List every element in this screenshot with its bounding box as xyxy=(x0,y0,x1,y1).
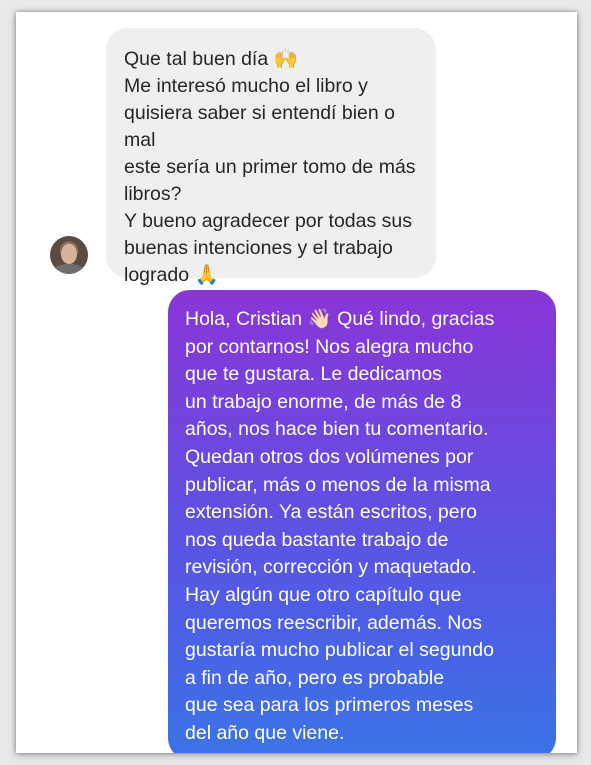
received-message-line: logrado 🙏 xyxy=(124,264,219,286)
sender-avatar[interactable] xyxy=(50,236,88,274)
sent-message-line: gustaría mucho publicar el segundo xyxy=(185,639,494,662)
sent-message-line: queremos reescribir, además. Nos xyxy=(185,611,482,634)
sent-message-line: años, nos hace bien tu comentario. xyxy=(185,418,489,441)
received-message-line: Que tal buen día 🙌 xyxy=(124,48,298,70)
sent-message-bubble[interactable]: Hola, Cristian 👋🏻 Qué lindo, gracias por… xyxy=(168,290,556,753)
received-message-line: libros? xyxy=(124,183,182,205)
sent-message-line: extensión. Ya están escritos, pero xyxy=(185,501,477,524)
received-message-line: Me interesó mucho el libro y xyxy=(124,75,368,97)
avatar-face-icon xyxy=(61,244,77,264)
sent-message-line: publicar, más o menos de la misma xyxy=(185,473,491,496)
sent-message-line: que sea para los primeros meses xyxy=(185,694,474,717)
sent-message-line: nos queda bastante trabajo de xyxy=(185,528,449,551)
sent-message-line: Hola, Cristian 👋🏻 Qué lindo, gracias xyxy=(185,308,495,330)
sent-message-line: por contarnos! Nos alegra mucho xyxy=(185,335,474,358)
avatar-shoulders-icon xyxy=(52,264,86,274)
sent-message-line: que te gustara. Le dedicamos xyxy=(185,363,442,386)
sent-message-line: Hay algún que otro capítulo que xyxy=(185,583,462,606)
received-message-line: quisiera saber si entendí bien o mal xyxy=(124,102,401,151)
sent-message-line: a fin de año, pero es probable xyxy=(185,666,445,689)
sent-message-line: del año que viene. xyxy=(185,721,345,744)
sent-message-line: revisión, corrección y maquetado. xyxy=(185,556,477,579)
received-message-bubble[interactable]: Que tal buen día 🙌 Me interesó mucho el … xyxy=(106,28,436,286)
received-message-line: este sería un primer tomo de más xyxy=(124,156,416,178)
sent-message-line: un trabajo enorme, de más de 8 xyxy=(185,390,462,413)
sent-message-line: Quedan otros dos volúmenes por xyxy=(185,445,474,468)
screenshot-frame: Que tal buen día 🙌 Me interesó mucho el … xyxy=(16,12,577,753)
received-message-line: Y bueno agradecer por todas sus xyxy=(124,210,413,232)
received-message-line: buenas intenciones y el trabajo xyxy=(124,237,393,259)
